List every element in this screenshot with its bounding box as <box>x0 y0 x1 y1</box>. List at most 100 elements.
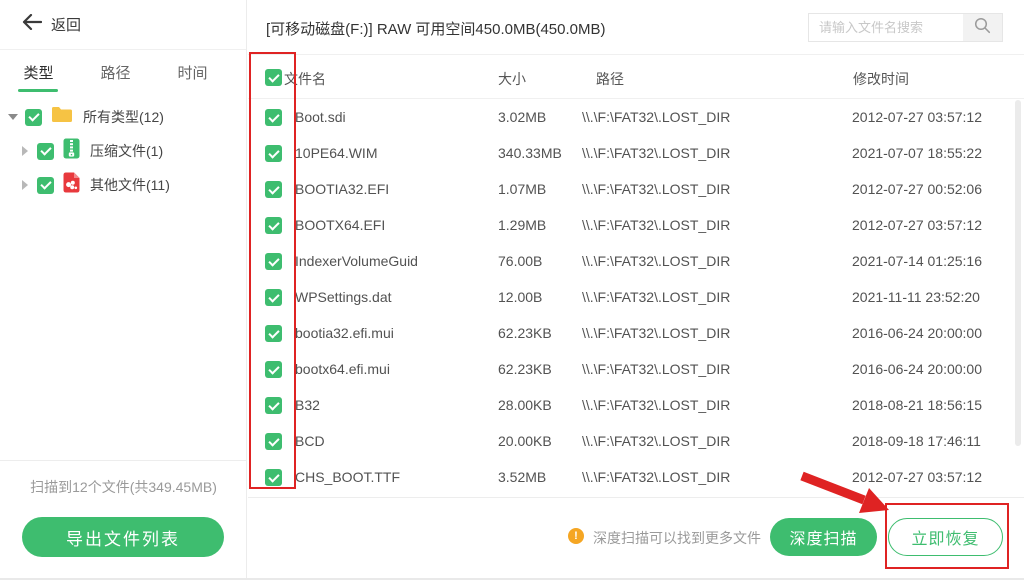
folder-icon <box>51 106 73 128</box>
tree-item-all-types[interactable]: 所有类型(12) <box>0 100 246 134</box>
table-row[interactable]: CHS_BOOT.TTF 3.52MB \\.\F:\FAT32\.LOST_D… <box>248 459 1024 495</box>
column-header-name: 文件名 <box>284 69 326 89</box>
cell-file-name: CHS_BOOT.TTF <box>295 469 400 485</box>
table-row[interactable]: BOOTX64.EFI 1.29MB \\.\F:\FAT32\.LOST_DI… <box>248 207 1024 243</box>
cell-file-path: \\.\F:\FAT32\.LOST_DIR <box>582 181 730 197</box>
tree-item-label: 其他文件(11) <box>90 175 170 195</box>
table-row[interactable]: bootx64.efi.mui 62.23KB \\.\F:\FAT32\.LO… <box>248 351 1024 387</box>
checkbox[interactable] <box>25 109 42 126</box>
cell-file-path: \\.\F:\FAT32\.LOST_DIR <box>582 145 730 161</box>
cell-file-size: 62.23KB <box>498 361 552 377</box>
deep-scan-button[interactable]: 深度扫描 <box>770 518 877 556</box>
row-checkbox[interactable] <box>265 145 282 162</box>
column-header-path: 路径 <box>596 69 624 89</box>
row-checkbox[interactable] <box>265 289 282 306</box>
cell-file-name: 10PE64.WIM <box>295 145 377 161</box>
cell-file-path: \\.\F:\FAT32\.LOST_DIR <box>582 289 730 305</box>
tab-time[interactable]: 时间 <box>154 62 231 83</box>
tree-item-archives[interactable]: 压缩文件(1) <box>0 134 246 168</box>
chevron-right-icon[interactable] <box>22 146 28 156</box>
cell-file-name: Boot.sdi <box>295 109 346 125</box>
table-row[interactable]: IndexerVolumeGuid 76.00B \\.\F:\FAT32\.L… <box>248 243 1024 279</box>
sidebar: 返回 类型 路径 时间 所有类型(12) <box>0 0 247 580</box>
table-row[interactable]: Boot.sdi 3.02MB \\.\F:\FAT32\.LOST_DIR 2… <box>248 99 1024 135</box>
active-tab-underline <box>18 89 58 92</box>
recover-now-button[interactable]: 立即恢复 <box>888 518 1003 556</box>
cell-file-size: 340.33MB <box>498 145 562 161</box>
main-panel: [可移动磁盘(F:)] RAW 可用空间450.0MB(450.0MB) 文件名… <box>248 0 1024 580</box>
cell-file-modified: 2016-06-24 20:00:00 <box>852 325 982 341</box>
cell-file-modified: 2021-07-07 18:55:22 <box>852 145 982 161</box>
file-type-tree: 所有类型(12) 压缩文件(1) <box>0 100 246 202</box>
cell-file-size: 12.00B <box>498 289 542 305</box>
cell-file-size: 1.29MB <box>498 217 546 233</box>
cell-file-size: 28.00KB <box>498 397 552 413</box>
drive-title: [可移动磁盘(F:)] RAW 可用空间450.0MB(450.0MB) <box>266 18 606 39</box>
cell-file-modified: 2018-09-18 17:46:11 <box>852 433 981 449</box>
cell-file-modified: 2016-06-24 20:00:00 <box>852 361 982 377</box>
tab-path[interactable]: 路径 <box>77 62 154 83</box>
cell-file-name: BOOTIA32.EFI <box>295 181 389 197</box>
warning-icon: ! <box>568 528 584 544</box>
cell-file-name: BOOTX64.EFI <box>295 217 385 233</box>
cell-file-size: 3.02MB <box>498 109 546 125</box>
chevron-right-icon[interactable] <box>22 180 28 190</box>
cell-file-modified: 2012-07-27 00:52:06 <box>852 181 982 197</box>
bottom-action-bar: ! 深度扫描可以找到更多文件 深度扫描 立即恢复 <box>248 497 1024 580</box>
cell-file-name: IndexerVolumeGuid <box>295 253 418 269</box>
search-button[interactable] <box>963 14 1002 41</box>
table-row[interactable]: B32 28.00KB \\.\F:\FAT32\.LOST_DIR 2018-… <box>248 387 1024 423</box>
tab-type[interactable]: 类型 <box>0 62 77 83</box>
export-file-list-button[interactable]: 导出文件列表 <box>22 517 224 557</box>
magnifier-icon <box>974 17 991 39</box>
row-checkbox[interactable] <box>265 217 282 234</box>
cell-file-modified: 2018-08-21 18:56:15 <box>852 397 982 413</box>
cell-file-modified: 2021-11-11 23:52:20 <box>852 289 980 305</box>
cell-file-path: \\.\F:\FAT32\.LOST_DIR <box>582 325 730 341</box>
select-all-checkbox[interactable] <box>265 69 282 86</box>
cell-file-size: 76.00B <box>498 253 542 269</box>
table-row[interactable]: bootia32.efi.mui 62.23KB \\.\F:\FAT32\.L… <box>248 315 1024 351</box>
row-checkbox[interactable] <box>265 109 282 126</box>
table-body: Boot.sdi 3.02MB \\.\F:\FAT32\.LOST_DIR 2… <box>248 99 1024 495</box>
vertical-scrollbar[interactable] <box>1015 100 1021 446</box>
cell-file-name: bootx64.efi.mui <box>295 361 390 377</box>
row-checkbox[interactable] <box>265 361 282 378</box>
cell-file-size: 20.00KB <box>498 433 552 449</box>
tree-item-other-files[interactable]: 其他文件(11) <box>0 168 246 202</box>
table-row[interactable]: 10PE64.WIM 340.33MB \\.\F:\FAT32\.LOST_D… <box>248 135 1024 171</box>
row-checkbox[interactable] <box>265 433 282 450</box>
row-checkbox[interactable] <box>265 325 282 342</box>
cell-file-path: \\.\F:\FAT32\.LOST_DIR <box>582 253 730 269</box>
cell-file-size: 62.23KB <box>498 325 552 341</box>
main-header: [可移动磁盘(F:)] RAW 可用空间450.0MB(450.0MB) <box>248 0 1024 55</box>
row-checkbox[interactable] <box>265 181 282 198</box>
chevron-down-icon[interactable] <box>8 114 18 120</box>
table-row[interactable]: BCD 20.00KB \\.\F:\FAT32\.LOST_DIR 2018-… <box>248 423 1024 459</box>
scan-summary: 扫描到12个文件(共349.45MB) <box>0 477 247 497</box>
cell-file-path: \\.\F:\FAT32\.LOST_DIR <box>582 217 730 233</box>
archive-file-icon <box>63 138 80 164</box>
row-checkbox[interactable] <box>265 469 282 486</box>
column-header-modified: 修改时间 <box>853 69 909 89</box>
cell-file-path: \\.\F:\FAT32\.LOST_DIR <box>582 469 730 485</box>
cell-file-modified: 2012-07-27 03:57:12 <box>852 469 982 485</box>
cell-file-modified: 2012-07-27 03:57:12 <box>852 217 982 233</box>
arrow-left-icon <box>22 14 42 35</box>
deep-scan-hint: 深度扫描可以找到更多文件 <box>593 528 761 548</box>
cell-file-name: BCD <box>295 433 325 449</box>
tree-item-label: 压缩文件(1) <box>90 141 163 161</box>
sidebar-tabs: 类型 路径 时间 <box>0 50 246 94</box>
checkbox[interactable] <box>37 177 54 194</box>
sidebar-footer: 扫描到12个文件(共349.45MB) 导出文件列表 <box>0 460 247 580</box>
cell-file-name: bootia32.efi.mui <box>295 325 394 341</box>
row-checkbox[interactable] <box>265 253 282 270</box>
back-button[interactable]: 返回 <box>0 0 246 50</box>
checkbox[interactable] <box>37 143 54 160</box>
table-row[interactable]: WPSettings.dat 12.00B \\.\F:\FAT32\.LOST… <box>248 279 1024 315</box>
search-input[interactable] <box>809 14 963 41</box>
back-label: 返回 <box>51 14 81 35</box>
row-checkbox[interactable] <box>265 397 282 414</box>
column-header-size: 大小 <box>498 69 526 89</box>
table-row[interactable]: BOOTIA32.EFI 1.07MB \\.\F:\FAT32\.LOST_D… <box>248 171 1024 207</box>
